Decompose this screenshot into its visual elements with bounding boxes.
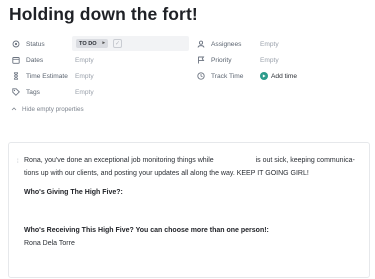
clock-icon — [196, 72, 205, 81]
complete-check-button[interactable]: ✓ — [113, 39, 122, 48]
description-paragraph[interactable]: ⁞ Rona, you've done an exceptional job m… — [17, 155, 364, 180]
giver-heading: Who's Giving The High Five?: — [24, 189, 123, 196]
description-editor[interactable]: ⁞ Rona, you've done an exceptional job m… — [8, 142, 370, 278]
priority-row: Priority — [196, 52, 232, 68]
dates-label: Dates — [26, 56, 44, 64]
status-select[interactable]: TO DO ▸ — [76, 39, 108, 48]
time-estimate-row: Time Estimate — [11, 68, 68, 84]
hide-empty-label: Hide empty properties — [22, 105, 84, 113]
assignees-label: Assignees — [211, 40, 242, 48]
receiver-heading: Who's Receiving This High Five? You can … — [24, 227, 269, 234]
status-arrow-icon: ▸ — [102, 40, 105, 46]
status-icon — [11, 40, 20, 49]
tags-value[interactable]: Empty — [75, 84, 94, 100]
user-icon — [196, 40, 205, 49]
calendar-icon — [11, 56, 20, 65]
check-icon: ✓ — [114, 41, 121, 47]
chevron-up-icon — [11, 106, 18, 112]
dates-row: Dates — [11, 52, 43, 68]
receiver-name: Rona Dela Torre — [24, 240, 75, 247]
track-time-row: Track Time — [196, 68, 243, 84]
tag-icon — [11, 88, 20, 97]
paragraph-text-1: Rona, you've done an exceptional job mon… — [24, 157, 214, 164]
hourglass-icon — [11, 72, 20, 81]
dates-value[interactable]: Empty — [75, 52, 94, 68]
status-field[interactable]: TO DO ▸ ✓ — [72, 36, 189, 51]
paragraph-text-2: is out sick, keeping communica- — [255, 157, 355, 164]
add-time-button[interactable]: Add time — [260, 68, 297, 84]
paragraph-text-3: tions up with our clients, and posting y… — [24, 169, 309, 177]
tags-row: Tags — [11, 84, 40, 100]
flag-icon — [196, 56, 205, 65]
drag-handle-icon[interactable]: ⁞ — [17, 156, 19, 169]
hide-empty-toggle[interactable]: Hide empty properties — [11, 101, 84, 117]
status-row: Status — [11, 36, 45, 52]
play-icon — [260, 72, 268, 80]
assignees-value[interactable]: Empty — [260, 36, 279, 52]
add-time-label: Add time — [271, 72, 298, 80]
tags-label: Tags — [26, 88, 40, 96]
assignees-row: Assignees — [196, 36, 241, 52]
status-value: TO DO — [79, 40, 97, 47]
time-estimate-label: Time Estimate — [26, 72, 68, 80]
status-label: Status — [26, 40, 45, 48]
priority-value[interactable]: Empty — [260, 52, 279, 68]
task-title[interactable]: Holding down the fort! — [9, 4, 198, 25]
track-time-label: Track Time — [211, 72, 244, 80]
priority-label: Priority — [211, 56, 232, 64]
time-estimate-value[interactable]: Empty — [75, 68, 94, 84]
